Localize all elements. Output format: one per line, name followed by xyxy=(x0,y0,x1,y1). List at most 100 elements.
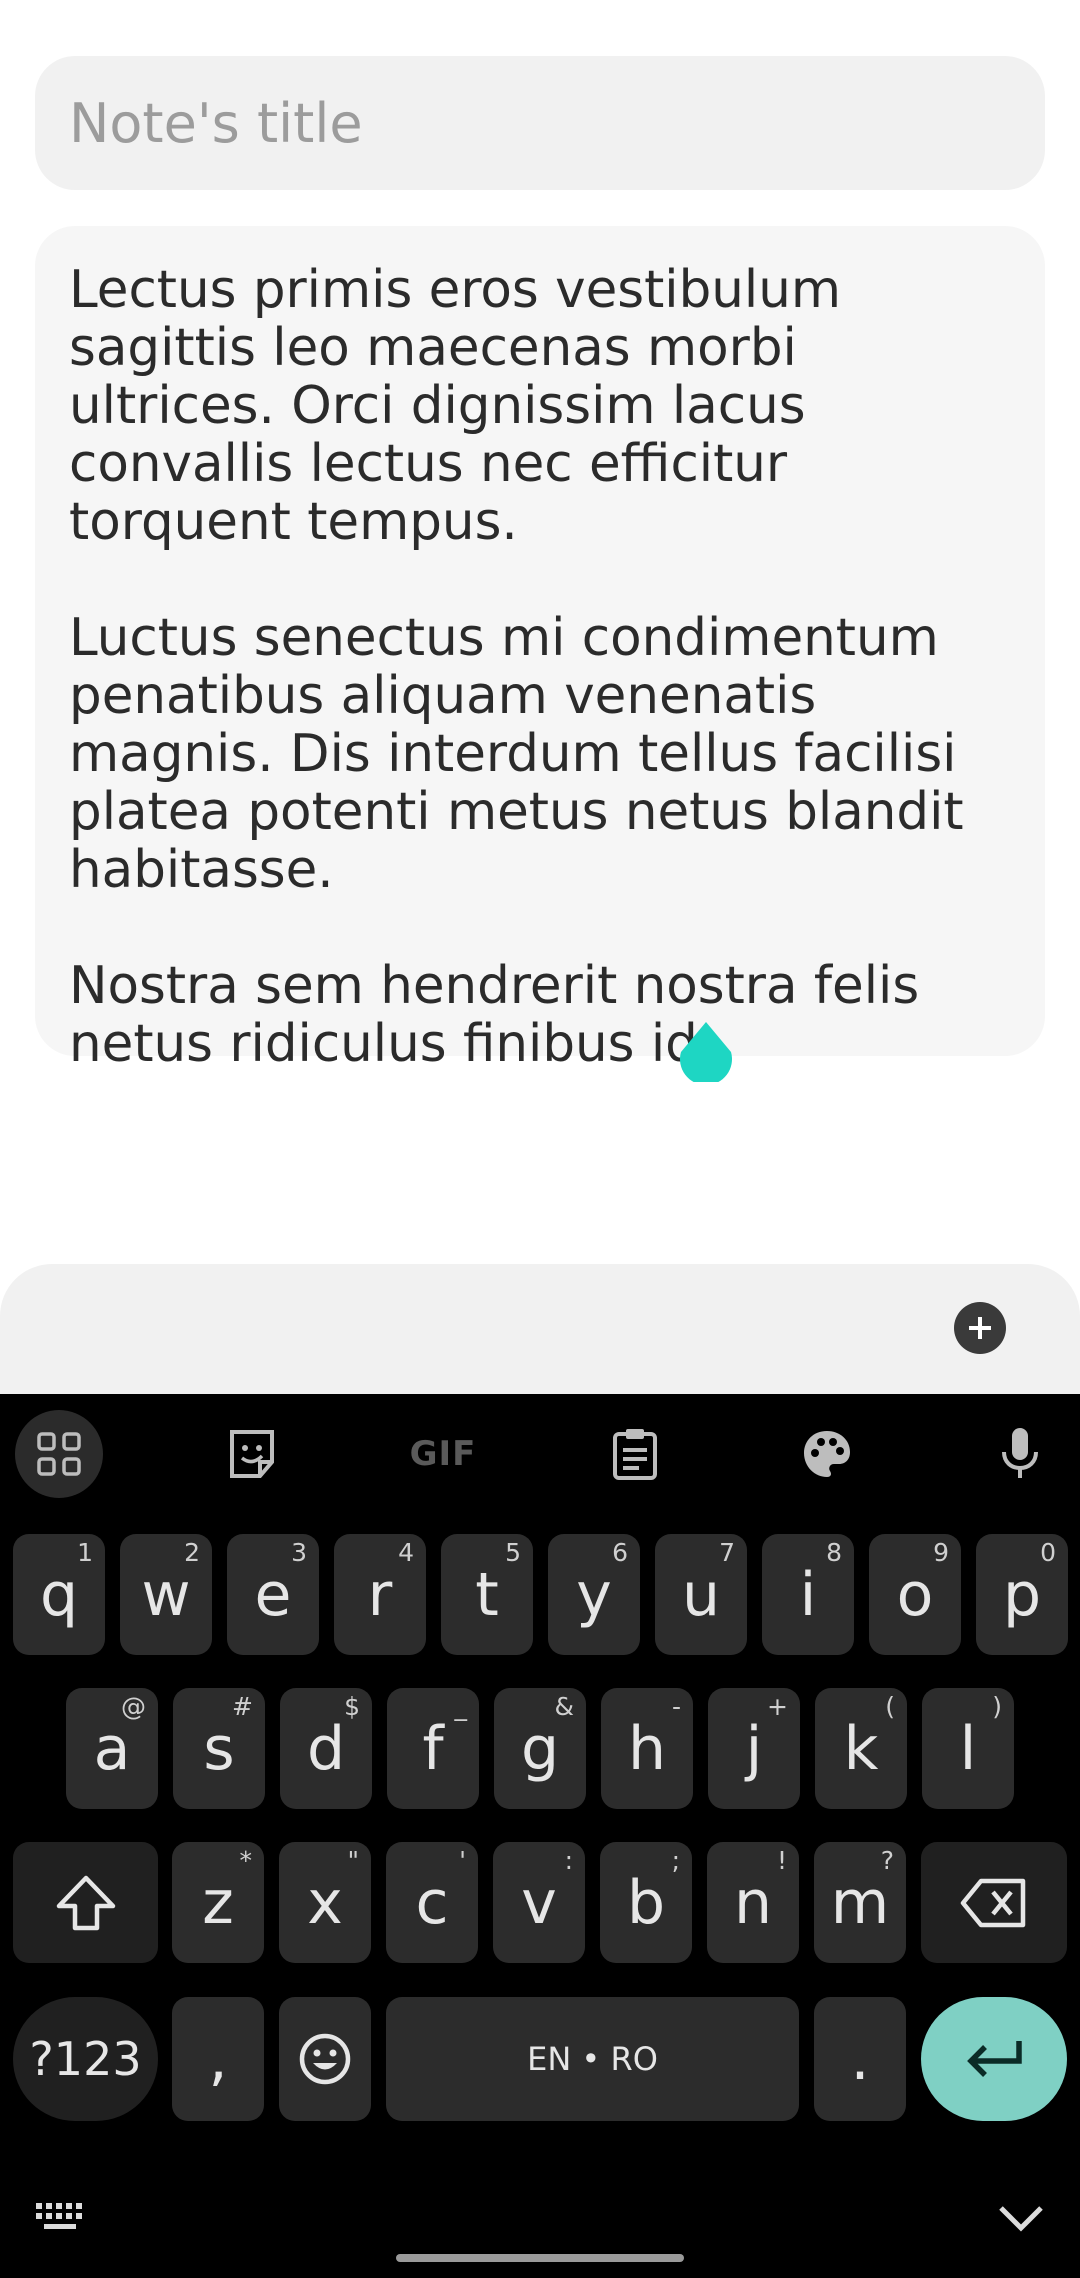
home-indicator[interactable] xyxy=(396,2254,684,2262)
emoji-key[interactable] xyxy=(279,1997,371,2121)
keyboard-apps-button[interactable] xyxy=(15,1410,103,1498)
key-hint: ; xyxy=(671,1846,680,1875)
theme-button[interactable] xyxy=(783,1410,871,1498)
key-label: c xyxy=(415,1867,449,1938)
key-n[interactable]: n! xyxy=(707,1842,799,1963)
key-c[interactable]: c ' xyxy=(386,1842,478,1963)
enter-return-icon xyxy=(967,2041,1022,2077)
key-g[interactable]: g & xyxy=(494,1688,586,1809)
key-hint: ( xyxy=(885,1692,895,1721)
key-u[interactable]: u7 xyxy=(655,1534,747,1655)
key-hint: ' xyxy=(459,1846,466,1875)
key-a[interactable]: a @ xyxy=(66,1688,158,1809)
key-hint: " xyxy=(347,1846,360,1875)
key-hint: & xyxy=(554,1692,575,1721)
key-j[interactable]: j + xyxy=(708,1688,800,1809)
backspace-key[interactable] xyxy=(921,1842,1067,1963)
key-hint: 9 xyxy=(933,1538,949,1567)
key-label: d xyxy=(306,1713,346,1784)
key-l[interactable]: l) xyxy=(922,1688,1014,1809)
key-hint: # xyxy=(232,1692,253,1721)
key-i[interactable]: i8 xyxy=(762,1534,854,1655)
key-hint: - xyxy=(671,1692,681,1721)
key-hint: ? xyxy=(880,1846,894,1875)
key-label: t xyxy=(475,1559,499,1630)
note-title-field[interactable]: Note's title xyxy=(35,56,1045,190)
period-key-label: . xyxy=(850,2024,870,2094)
note-bottom-bar xyxy=(0,1264,1080,1394)
key-k[interactable]: k( xyxy=(815,1688,907,1809)
key-label: p xyxy=(1002,1559,1042,1630)
key-m[interactable]: m? xyxy=(814,1842,906,1963)
key-v[interactable]: v: xyxy=(493,1842,585,1963)
key-t[interactable]: t5 xyxy=(441,1534,533,1655)
gif-icon: GIF xyxy=(409,1434,477,1474)
voice-input-button[interactable] xyxy=(976,1410,1064,1498)
key-label: m xyxy=(830,1867,890,1938)
key-hint: : xyxy=(564,1846,573,1875)
microphone-icon xyxy=(1002,1428,1038,1478)
key-label: e xyxy=(254,1559,292,1630)
text-cursor-handle-icon[interactable] xyxy=(679,1022,733,1082)
key-hint: ) xyxy=(992,1692,1002,1721)
key-hint: ! xyxy=(776,1846,787,1875)
note-body-text[interactable]: Lectus primis eros vestibulum sagittis l… xyxy=(69,261,1011,1073)
note-body-field[interactable]: Lectus primis eros vestibulum sagittis l… xyxy=(35,226,1045,1073)
period-key[interactable]: . xyxy=(814,1997,906,2121)
key-label: g xyxy=(520,1713,560,1784)
key-x[interactable]: x " xyxy=(279,1842,371,1963)
plus-icon xyxy=(969,1317,991,1339)
sticker-icon xyxy=(230,1430,274,1478)
key-hint: _ xyxy=(454,1692,468,1721)
key-label: w xyxy=(141,1559,191,1630)
comma-key[interactable]: , xyxy=(172,1997,264,2121)
shift-key[interactable] xyxy=(13,1842,158,1963)
key-hint: 7 xyxy=(719,1538,735,1567)
key-hint: 2 xyxy=(184,1538,200,1567)
key-q[interactable]: q1 xyxy=(13,1534,105,1655)
key-label: l xyxy=(959,1713,977,1784)
key-label: n xyxy=(733,1867,773,1938)
chevron-down-icon[interactable] xyxy=(996,2202,1046,2234)
key-f[interactable]: f _ xyxy=(387,1688,479,1809)
key-hint: 1 xyxy=(77,1538,93,1567)
key-b[interactable]: b; xyxy=(600,1842,692,1963)
key-o[interactable]: o9 xyxy=(869,1534,961,1655)
key-label: i xyxy=(799,1559,817,1630)
key-hint: 6 xyxy=(612,1538,628,1567)
key-hint: + xyxy=(767,1692,788,1721)
key-hint: 0 xyxy=(1040,1538,1056,1567)
key-hint: 5 xyxy=(505,1538,521,1567)
palette-icon xyxy=(804,1431,850,1477)
space-key[interactable]: EN • RO xyxy=(386,1997,799,2121)
key-w[interactable]: w2 xyxy=(120,1534,212,1655)
clipboard-button[interactable] xyxy=(591,1410,679,1498)
apps-grid-icon xyxy=(37,1432,81,1476)
key-s[interactable]: s # xyxy=(173,1688,265,1809)
note-title-placeholder: Note's title xyxy=(69,91,363,155)
keyboard xyxy=(0,1394,1080,2278)
key-p[interactable]: p0 xyxy=(976,1534,1068,1655)
shift-arrow-icon xyxy=(56,1875,115,1930)
keyboard-switcher-icon[interactable] xyxy=(34,2200,88,2234)
key-r[interactable]: r4 xyxy=(334,1534,426,1655)
key-hint: @ xyxy=(121,1692,146,1721)
key-hint: 4 xyxy=(398,1538,414,1567)
key-label: k xyxy=(843,1713,879,1784)
sticker-button[interactable] xyxy=(208,1410,296,1498)
key-z[interactable]: z * xyxy=(172,1842,264,1963)
key-label: j xyxy=(745,1713,763,1784)
key-label: v xyxy=(521,1867,557,1938)
backspace-icon xyxy=(960,1878,1026,1927)
key-d[interactable]: d $ xyxy=(280,1688,372,1809)
key-label: h xyxy=(627,1713,667,1784)
symbols-key[interactable]: ?123 xyxy=(13,1997,158,2121)
key-h[interactable]: h- xyxy=(601,1688,693,1809)
enter-key[interactable] xyxy=(921,1997,1067,2121)
key-e[interactable]: e3 xyxy=(227,1534,319,1655)
key-label: u xyxy=(681,1559,721,1630)
key-y[interactable]: y6 xyxy=(548,1534,640,1655)
key-label: b xyxy=(626,1867,666,1938)
add-button[interactable] xyxy=(954,1302,1006,1354)
gif-button[interactable]: GIF xyxy=(399,1410,487,1498)
